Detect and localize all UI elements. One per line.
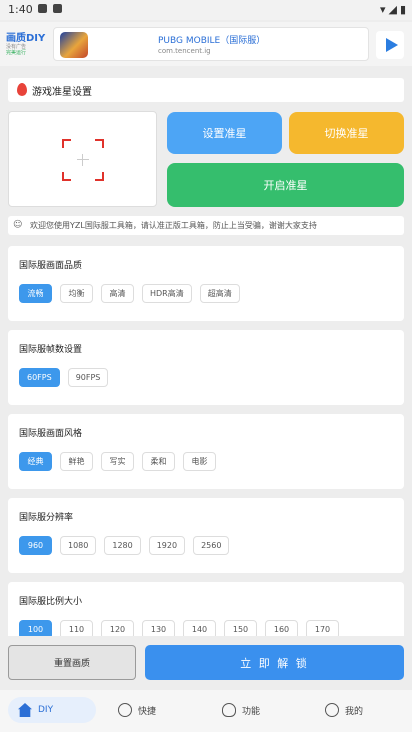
- option-button[interactable]: 1920: [148, 536, 186, 555]
- action-bar: 重置画质 立 即 解 锁: [0, 640, 412, 686]
- option-button[interactable]: 140: [183, 620, 216, 636]
- option-button[interactable]: 鲜艳: [60, 452, 93, 471]
- ad-app-title: PUBG MOBILE（国际服）: [158, 36, 266, 46]
- notification-icon: [38, 4, 47, 13]
- option-button[interactable]: 写实: [101, 452, 134, 471]
- option-button[interactable]: 130: [142, 620, 175, 636]
- card-title: 国际服画面品质: [19, 261, 83, 271]
- option-button[interactable]: 高清: [101, 284, 134, 303]
- crosshair-preview: [8, 111, 157, 207]
- ad-card[interactable]: PUBG MOBILE（国际服） com.tencent.ig: [53, 27, 369, 61]
- crosshair-reticle-icon: [62, 139, 104, 181]
- signal-icon: ◢: [388, 3, 397, 16]
- play-icon[interactable]: [376, 31, 404, 59]
- settings-list[interactable]: 国际服画面品质 流畅 均衡 高清 HDR高清 超高清 国际服帧数设置 60FPS…: [0, 240, 412, 636]
- option-button[interactable]: 2560: [193, 536, 230, 555]
- card-title: 国际服分辨率: [19, 513, 74, 523]
- option-button[interactable]: 电影: [183, 452, 216, 471]
- tab-shortcut[interactable]: 快捷: [118, 697, 156, 723]
- option-button[interactable]: 110: [60, 620, 93, 636]
- option-button[interactable]: 120: [101, 620, 134, 636]
- tab-diy[interactable]: DIY: [8, 697, 96, 723]
- option-button[interactable]: 均衡: [60, 284, 93, 303]
- pubg-app-icon: [60, 32, 88, 58]
- card-title: 国际服比例大小: [19, 597, 83, 607]
- notice-bar: ☺ 欢迎您使用YZL国际服工具箱，请认准正版工具箱，防止上当受骗，谢谢大家支持: [8, 216, 404, 235]
- unlock-now-button[interactable]: 立 即 解 锁: [145, 645, 404, 680]
- settings-card-style: 国际服画面风格 经典 鲜艳 写实 柔和 电影: [8, 414, 404, 489]
- lightbulb-icon: [222, 703, 236, 717]
- card-title: 国际服画面风格: [19, 429, 83, 439]
- settings-card-resolution: 国际服分辨率 960 1080 1280 1920 2560: [8, 498, 404, 573]
- crosshair-section-header: 游戏准星设置: [8, 78, 404, 102]
- option-button[interactable]: 60FPS: [19, 368, 60, 387]
- megaphone-icon: ☺: [13, 220, 23, 230]
- compass-icon: [118, 703, 132, 717]
- status-bar: 1:40 ▾ ◢ ▮: [0, 0, 412, 20]
- reset-quality-button[interactable]: 重置画质: [8, 645, 136, 680]
- smile-icon: [325, 703, 339, 717]
- settings-card-quality: 国际服画面品质 流畅 均衡 高清 HDR高清 超高清: [8, 246, 404, 321]
- option-button[interactable]: 160: [265, 620, 298, 636]
- app-notification-icon: [53, 4, 62, 13]
- option-button[interactable]: 90FPS: [67, 368, 109, 387]
- brand-logo: 画质DIY 没有广告 完美运行: [6, 33, 46, 56]
- option-button[interactable]: 柔和: [142, 452, 175, 471]
- enable-crosshair-button[interactable]: 开启准星: [167, 163, 404, 207]
- section-title: 游戏准星设置: [32, 87, 92, 98]
- ad-banner[interactable]: 画质DIY 没有广告 完美运行 PUBG MOBILE（国际服） com.ten…: [0, 22, 412, 66]
- option-button[interactable]: 150: [224, 620, 257, 636]
- card-title: 国际服帧数设置: [19, 345, 83, 355]
- home-icon: [18, 703, 32, 717]
- option-button[interactable]: 超高清: [199, 284, 240, 303]
- switch-crosshair-button[interactable]: 切换准星: [289, 112, 404, 154]
- option-button[interactable]: HDR高清: [142, 284, 192, 303]
- option-button[interactable]: 流畅: [19, 284, 52, 303]
- settings-card-fps: 国际服帧数设置 60FPS 90FPS: [8, 330, 404, 405]
- flame-icon: [17, 83, 27, 96]
- set-crosshair-button[interactable]: 设置准星: [167, 112, 282, 154]
- option-button[interactable]: 1280: [104, 536, 141, 555]
- notice-text: 欢迎您使用YZL国际服工具箱，请认准正版工具箱，防止上当受骗，谢谢大家支持: [30, 221, 317, 230]
- battery-icon: ▮: [399, 3, 406, 16]
- bottom-tab-bar: DIY 快捷 功能 我的: [0, 690, 412, 732]
- option-button[interactable]: 170: [306, 620, 339, 636]
- option-button[interactable]: 960: [19, 536, 52, 555]
- option-button[interactable]: 100: [19, 620, 52, 636]
- tab-features[interactable]: 功能: [222, 697, 260, 723]
- option-button[interactable]: 经典: [19, 452, 52, 471]
- ad-app-package: com.tencent.ig: [158, 47, 211, 55]
- settings-card-scale: 国际服比例大小 100 110 120 130 140 150 160 170: [8, 582, 404, 636]
- tab-mine[interactable]: 我的: [325, 697, 363, 723]
- status-time: 1:40: [8, 3, 33, 16]
- option-button[interactable]: 1080: [60, 536, 97, 555]
- wifi-icon: ▾: [379, 3, 386, 16]
